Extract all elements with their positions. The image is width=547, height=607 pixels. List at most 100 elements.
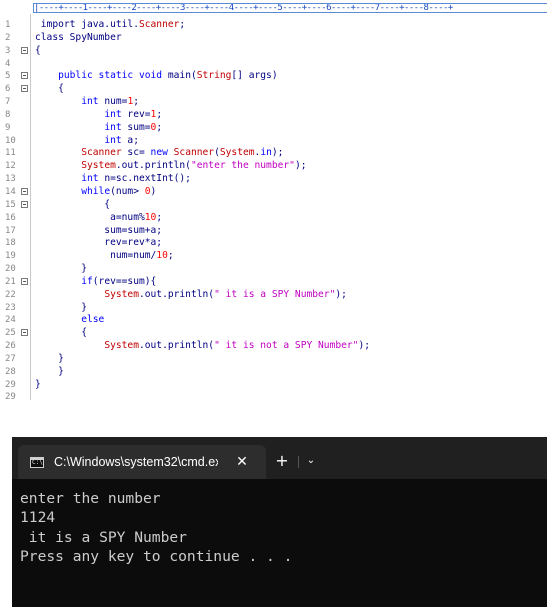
code-token: void xyxy=(138,70,163,82)
line-number: 29 xyxy=(5,379,16,390)
fold-toggle-icon[interactable] xyxy=(21,200,28,208)
line-number: 24 xyxy=(5,315,16,326)
code-line[interactable]: 15 { xyxy=(0,199,547,212)
code-line[interactable]: 8 int rev=1; xyxy=(0,109,547,122)
code-line[interactable]: 16 a=num%10; xyxy=(0,212,547,225)
code-line[interactable]: 13 int n=sc.nextInt(); xyxy=(0,173,547,186)
code-token: num= xyxy=(98,96,128,108)
code-token: while xyxy=(81,185,111,197)
fold-toggle-icon[interactable] xyxy=(21,187,28,195)
code-token: ); xyxy=(294,160,307,172)
code-line[interactable]: 12 System.out.println("enter the number"… xyxy=(0,160,547,173)
terminal-tab[interactable]: C:\ C:\Windows\system32\cmd.exe ✕ xyxy=(18,445,266,479)
code-token: in xyxy=(260,147,272,159)
code-line[interactable]: 29 xyxy=(0,391,547,404)
fold-toggle-icon[interactable] xyxy=(21,277,28,285)
code-token: " it is a SPY Number" xyxy=(214,288,336,300)
code-token: int xyxy=(81,173,99,185)
line-number: 14 xyxy=(5,186,16,197)
line-number: 23 xyxy=(5,302,16,313)
fold-toggle-icon[interactable] xyxy=(21,329,28,337)
line-number: 13 xyxy=(5,174,16,185)
code-line[interactable]: 11 Scanner sc= new Scanner(System.in); xyxy=(0,147,547,160)
code-line[interactable]: 28 } xyxy=(0,366,547,379)
code-line[interactable]: 2 class SpyNumber xyxy=(0,32,547,45)
line-number: 6 xyxy=(5,84,11,95)
code-token: ); xyxy=(358,340,371,352)
code-line[interactable]: 6 { xyxy=(0,83,547,96)
code-token: } xyxy=(35,378,41,390)
code-line[interactable]: 1 import java.util.Scanner; xyxy=(0,19,547,32)
code-token: ; xyxy=(156,121,163,133)
code-line[interactable]: 17 sum=sum+a; xyxy=(0,225,547,238)
code-line[interactable]: 18 rev=rev*a; xyxy=(0,237,547,250)
code-text: class SpyNumber xyxy=(35,32,122,45)
code-line[interactable]: 22 System.out.println(" it is a SPY Numb… xyxy=(0,289,547,302)
code-line[interactable]: 19 num=num/10; xyxy=(0,250,547,263)
code-lines[interactable]: 1 import java.util.Scanner; 2 class SpyNum… xyxy=(0,19,547,404)
code-token: int xyxy=(104,108,122,120)
code-token: Scanner xyxy=(173,147,215,159)
code-token: rev=rev*a; xyxy=(35,237,163,249)
code-token: } xyxy=(35,263,87,275)
code-line[interactable]: 25 { xyxy=(0,327,547,340)
terminal-output-line: Press any key to continue . . . xyxy=(20,547,293,565)
code-line[interactable]: 20 } xyxy=(0,263,547,276)
code-line[interactable]: 21 if(rev==sum){ xyxy=(0,276,547,289)
line-number: 22 xyxy=(5,289,16,300)
new-tab-icon[interactable]: + xyxy=(272,451,292,471)
fold-toggle-icon[interactable] xyxy=(21,85,28,93)
code-line[interactable]: 27 } xyxy=(0,353,547,366)
code-text: int num=1; xyxy=(35,96,139,109)
line-number: 10 xyxy=(5,135,16,146)
code-token: " it is not a SPY Number" xyxy=(214,340,359,352)
code-text: { xyxy=(35,327,87,340)
line-number: 11 xyxy=(5,148,16,159)
code-line[interactable]: 29} xyxy=(0,379,547,392)
code-token: a=num% xyxy=(35,211,145,223)
code-line[interactable]: 4 xyxy=(0,58,547,71)
code-text: import java.util.Scanner; xyxy=(35,19,185,32)
code-token: sum=sum+a; xyxy=(35,224,163,236)
code-text: Scanner sc= new Scanner(System.in); xyxy=(35,147,283,160)
line-number: 21 xyxy=(5,276,16,287)
fold-toggle-icon[interactable] xyxy=(21,46,28,54)
code-line[interactable]: 26 System.out.println(" it is not a SPY … xyxy=(0,340,547,353)
code-line[interactable]: 7 int num=1; xyxy=(0,96,547,109)
code-token: System xyxy=(104,288,139,300)
fold-toggle-icon[interactable] xyxy=(21,72,28,80)
code-editor[interactable]: |----+----1----+----2----+----3----+----… xyxy=(0,0,547,436)
code-line[interactable]: 9 int sum=0; xyxy=(0,122,547,135)
code-line[interactable]: 10 int a; xyxy=(0,135,547,148)
chevron-down-icon[interactable]: ⌄ xyxy=(302,451,320,471)
code-line[interactable]: 23 } xyxy=(0,302,547,315)
line-number: 2 xyxy=(5,32,11,43)
code-token: } xyxy=(35,352,64,364)
code-token: else xyxy=(81,314,105,326)
code-token: } xyxy=(35,365,64,377)
terminal-output[interactable]: enter the number 1124 it is a SPY Number… xyxy=(20,489,540,566)
tab-title: C:\Windows\system32\cmd.exe xyxy=(54,455,218,469)
code-line[interactable]: 5 public static void main(String[] args) xyxy=(0,70,547,83)
code-token: (num> xyxy=(110,185,145,197)
code-line[interactable]: 24 else xyxy=(0,314,547,327)
code-line[interactable]: 3{ xyxy=(0,45,547,58)
code-token: System xyxy=(219,147,255,159)
line-number: 20 xyxy=(5,264,16,275)
line-number: 12 xyxy=(5,161,16,172)
code-token: new xyxy=(150,147,168,159)
code-token: ; xyxy=(133,96,139,108)
code-text: } xyxy=(35,263,87,276)
code-token: sum= xyxy=(121,121,151,133)
code-token: 10 xyxy=(144,211,157,223)
code-text: } xyxy=(35,366,64,379)
code-text: a=num%10; xyxy=(35,212,162,225)
close-tab-icon[interactable]: ✕ xyxy=(232,452,252,472)
terminal-tab-bar: C:\ C:\Windows\system32\cmd.exe ✕ + ⌄ xyxy=(12,437,547,479)
code-line[interactable]: 14 while(num> 0) xyxy=(0,186,547,199)
code-text: { xyxy=(35,45,41,58)
